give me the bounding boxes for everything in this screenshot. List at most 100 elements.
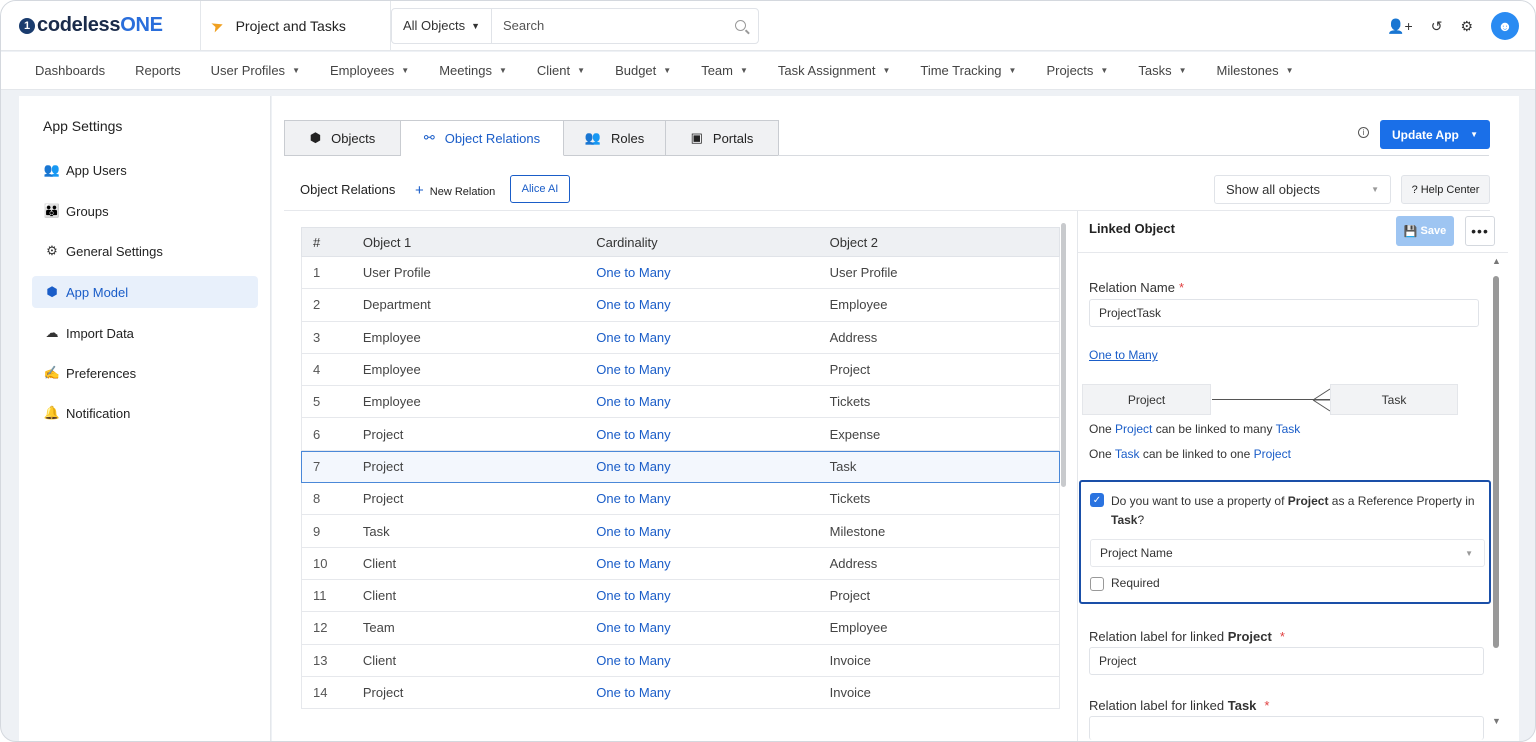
nav-item-user-profiles[interactable]: User Profiles ▼	[211, 63, 300, 78]
panel-scroll-thumb[interactable]	[1493, 276, 1499, 648]
row-cardinality-link[interactable]: One to Many	[596, 653, 829, 668]
row-cardinality-link[interactable]: One to Many	[596, 265, 829, 280]
table-row[interactable]: 2 Department One to Many Employee	[301, 289, 1060, 322]
nav-item-milestones[interactable]: Milestones ▼	[1217, 63, 1294, 78]
tab-object-relations[interactable]: ⚯ Object Relations	[401, 120, 564, 156]
nav-item-task-assignment[interactable]: Task Assignment ▼	[778, 63, 890, 78]
panel-scrollbar[interactable]: ▲ ▼	[1491, 256, 1501, 728]
tab-portals[interactable]: ▣ Portals	[666, 120, 779, 156]
nav-item-budget[interactable]: Budget ▼	[615, 63, 671, 78]
row-cardinality-link[interactable]: One to Many	[596, 297, 829, 312]
nav-item-employees[interactable]: Employees ▼	[330, 63, 409, 78]
nav-item-tasks[interactable]: Tasks ▼	[1138, 63, 1186, 78]
help-center-button[interactable]: ? Help Center	[1401, 175, 1490, 204]
table-row[interactable]: 7 Project One to Many Task	[301, 450, 1060, 484]
header-object-2[interactable]: Object 2	[830, 235, 1059, 250]
sidebar-item-general-settings[interactable]: ⚙ General Settings	[32, 235, 258, 267]
row-cardinality-link[interactable]: One to Many	[596, 556, 829, 571]
sidebar-item-import-data[interactable]: ☁ Import Data	[32, 317, 258, 349]
nav-item-projects[interactable]: Projects ▼	[1046, 63, 1108, 78]
nav-item-dashboards[interactable]: Dashboards	[35, 63, 105, 78]
object-link[interactable]: Task	[1276, 422, 1301, 436]
object-link[interactable]: Project	[1115, 422, 1152, 436]
table-row[interactable]: 5 Employee One to Many Tickets	[301, 386, 1060, 419]
object-scope-select[interactable]: All Objects ▼	[392, 8, 492, 43]
use-reference-checkbox[interactable]: ✓	[1090, 493, 1104, 507]
row-cardinality-link[interactable]: One to Many	[596, 459, 829, 474]
row-number: 8	[313, 491, 321, 507]
info-icon[interactable]: i	[1358, 127, 1369, 138]
search-input[interactable]: Search	[492, 18, 758, 33]
scroll-up-icon[interactable]: ▲	[1492, 256, 1501, 266]
logo[interactable]: 1 codelessONE	[1, 1, 201, 50]
table-row[interactable]: 9 Task One to Many Milestone	[301, 515, 1060, 548]
sidebar-item-groups[interactable]: 👪 Groups	[32, 195, 258, 227]
more-options-button[interactable]: •••	[1465, 216, 1495, 246]
table-row[interactable]: 8 Project One to Many Tickets	[301, 483, 1060, 516]
nav-item-time-tracking[interactable]: Time Tracking ▼	[920, 63, 1016, 78]
sidebar-item-label: App Users	[66, 162, 127, 178]
gear-icon[interactable]: ⚙	[1460, 18, 1473, 35]
cardinality-link[interactable]: One to Many	[1089, 348, 1158, 362]
label-linked-project-input[interactable]: Project	[1089, 647, 1484, 675]
row-cardinality-link[interactable]: One to Many	[596, 588, 829, 603]
sidebar-item-preferences[interactable]: ✍ Preferences	[32, 357, 258, 389]
sidebar-item-app-users[interactable]: 👥 App Users	[32, 154, 258, 186]
row-object-1: Client	[362, 588, 397, 604]
header-num[interactable]: #	[302, 235, 363, 250]
relations-icon: ⚯	[423, 130, 435, 145]
row-cardinality-link[interactable]: One to Many	[596, 685, 829, 700]
nav-item-meetings[interactable]: Meetings ▼	[439, 63, 507, 78]
table-row[interactable]: 10 Client One to Many Address	[301, 547, 1060, 580]
required-checkbox[interactable]	[1090, 577, 1104, 591]
plus-icon: +	[415, 182, 424, 199]
table-row[interactable]: 6 Project One to Many Expense	[301, 418, 1060, 451]
header-object-1[interactable]: Object 1	[363, 235, 596, 250]
tab-roles[interactable]: 👥 Roles	[564, 120, 666, 156]
table-row[interactable]: 1 User Profile One to Many User Profile	[301, 257, 1060, 290]
table-row[interactable]: 11 Client One to Many Project	[301, 579, 1060, 613]
table-row[interactable]: 13 Client One to Many Invoice	[301, 644, 1060, 677]
header-cardinality[interactable]: Cardinality	[596, 235, 829, 250]
scroll-down-icon[interactable]: ▼	[1492, 716, 1501, 726]
sidebar-item-app-model[interactable]: ⬢ App Model	[32, 276, 258, 308]
table-row[interactable]: 12 Team One to Many Employee	[301, 612, 1060, 645]
row-object-1: Team	[362, 620, 395, 636]
new-relation-button[interactable]: + New Relation	[415, 182, 495, 199]
row-cardinality-link[interactable]: One to Many	[596, 427, 829, 442]
object-filter-select[interactable]: Show all objects ▼	[1214, 175, 1391, 204]
question-text: Do you want to use a property of	[1111, 494, 1288, 508]
row-cardinality-link[interactable]: One to Many	[596, 491, 829, 506]
top-bar: 1 codelessONE ➤ Project and Tasks All Ob…	[1, 1, 1535, 51]
search-icon[interactable]	[735, 20, 746, 31]
row-number: 3	[313, 329, 321, 345]
object-link[interactable]: Task	[1115, 447, 1140, 461]
sidebar-item-notification[interactable]: 🔔 Notification	[32, 397, 258, 429]
table-row[interactable]: 4 Employee One to Many Project	[301, 353, 1060, 387]
table-row[interactable]: 14 Project One to Many Invoice	[301, 676, 1060, 710]
tab-objects[interactable]: ⬢ Objects	[284, 120, 401, 156]
caret-down-icon[interactable]: ▼	[1470, 130, 1478, 139]
row-object-2: Tickets	[829, 491, 871, 507]
nav-item-reports[interactable]: Reports	[135, 63, 181, 78]
row-cardinality-link[interactable]: One to Many	[596, 620, 829, 635]
label-linked-task-input[interactable]	[1089, 716, 1484, 740]
table-scrollbar[interactable]	[1061, 223, 1066, 487]
save-button[interactable]: 💾 Save	[1396, 216, 1454, 246]
row-cardinality-link[interactable]: One to Many	[596, 524, 829, 539]
nav-item-team[interactable]: Team ▼	[701, 63, 748, 78]
table-row[interactable]: 3 Employee One to Many Address	[301, 321, 1060, 354]
row-cardinality-link[interactable]: One to Many	[596, 394, 829, 409]
reference-property-select[interactable]: Project Name ▼	[1090, 539, 1485, 567]
nav-item-client[interactable]: Client ▼	[537, 63, 585, 78]
row-cardinality-link[interactable]: One to Many	[596, 362, 829, 377]
user-avatar-icon[interactable]: ☻	[1491, 12, 1519, 40]
relation-name-input[interactable]: ProjectTask	[1089, 299, 1479, 327]
row-cardinality-link[interactable]: One to Many	[596, 330, 829, 345]
app-switcher[interactable]: ➤ Project and Tasks	[201, 1, 391, 50]
update-app-button[interactable]: Update App ▼	[1380, 120, 1490, 149]
object-link[interactable]: Project	[1254, 447, 1291, 461]
add-user-icon[interactable]: 👤+	[1387, 18, 1413, 35]
alice-ai-button[interactable]: Alice AI	[510, 175, 570, 203]
history-icon[interactable]: ↺	[1431, 18, 1443, 35]
